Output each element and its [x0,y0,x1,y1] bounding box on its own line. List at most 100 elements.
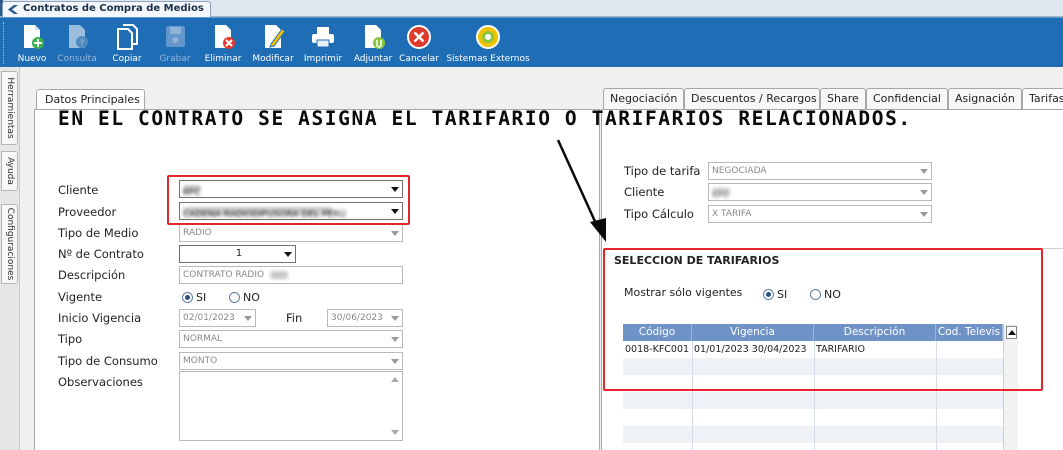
tipo-select[interactable]: NORMAL [179,330,403,348]
svg-text:?: ? [80,39,85,49]
copiar-label: Copiar [112,54,142,64]
eliminar-label: Eliminar [204,54,242,64]
delete-doc-icon [215,25,235,49]
tipo-value: NORMAL [183,334,223,344]
cliente-tarifa-select[interactable]: KFC [708,183,932,201]
radio-unselected-icon [229,292,240,303]
side-tab-herramientas[interactable]: Herramientas [1,71,18,145]
copy-icon [117,24,138,50]
query-doc-icon: ? [69,25,88,49]
vigente-si-radio[interactable]: SI [182,291,206,304]
modificar-label: Modificar [252,54,294,64]
vigente-no-radio[interactable]: NO [229,291,260,304]
tipo-medio-select[interactable]: RADIO [179,224,403,242]
tab-asignacion[interactable]: Asignación [948,88,1022,110]
copiar-button[interactable]: Copiar [104,18,150,68]
cancel-icon [407,25,431,49]
scroll-up-icon[interactable] [391,377,399,382]
cliente-tarifa-label: Cliente [624,185,665,199]
chevron-down-icon [391,231,399,236]
imprimir-label: Imprimir [303,54,343,64]
tipo-calculo-label: Tipo Cálculo [624,207,694,221]
tipo-medio-label: Tipo de Medio [58,226,139,240]
fin-date[interactable]: 30/06/2023 [327,309,403,327]
descripcion-label: Descripción [58,268,126,282]
num-contrato-value: 1 [235,248,243,259]
eliminar-button[interactable]: Eliminar [200,18,246,68]
tab-tarifas[interactable]: Tarifas [1022,88,1063,110]
tipo-tarifa-select[interactable]: NEGOCIADA [708,162,932,180]
imprimir-button[interactable]: Imprimir [300,18,346,68]
tipo-calculo-value: X TARIFA [712,209,752,219]
side-tab-strip: Herramientas Ayuda Configuraciones [0,67,20,450]
tipo-tarifa-value: NEGOCIADA [712,166,767,176]
adjuntar-label: Adjuntar [353,54,393,64]
descripcion-redacted [269,271,288,279]
fin-value: 30/06/2023 [331,313,383,323]
document-tab[interactable]: Contratos de Compra de Medios [2,1,211,17]
adjuntar-button[interactable]: Adjuntar [350,18,396,68]
edit-doc-icon [265,25,286,48]
table-row[interactable] [623,409,1003,426]
grabar-button[interactable]: Grabar [154,18,196,68]
cancelar-label: Cancelar [399,54,439,64]
tipo-calculo-select[interactable]: X TARIFA [708,205,932,223]
side-tab-herramientas-label: Herramientas [4,77,15,139]
inicio-vigencia-value: 02/01/2023 [183,313,235,323]
toolbar-grip[interactable] [3,22,6,64]
num-contrato-select[interactable]: 1 [179,245,296,263]
side-tab-ayuda[interactable]: Ayuda [1,151,18,191]
side-tab-configuraciones[interactable]: Configuraciones [1,204,18,284]
tipo-consumo-label: Tipo de Consumo [58,354,158,368]
sistemas-externos-button[interactable]: Sistemas Externos [445,18,531,68]
highlight-seleccion-tarifarios [603,248,1043,391]
chevron-down-icon [920,169,928,174]
fin-label: Fin [286,311,303,325]
sistemas-externos-label: Sistemas Externos [446,54,530,64]
consulta-button[interactable]: ? Consulta [54,18,100,68]
cancelar-button[interactable]: Cancelar [398,18,440,68]
chevron-down-icon [391,359,399,364]
side-tab-ayuda-label: Ayuda [4,157,15,185]
descripcion-input[interactable]: CONTRATO RADIO [179,266,403,284]
nuevo-label: Nuevo [17,54,47,64]
scroll-down-icon[interactable] [391,430,399,435]
proveedor-label: Proveedor [58,205,117,219]
annotation-arrow-icon [556,139,606,242]
chevron-down-icon [920,212,928,217]
highlight-cliente-proveedor [167,175,410,225]
tipo-consumo-select[interactable]: MONTO [179,352,403,370]
document-tab-title: Contratos de Compra de Medios [23,3,204,14]
grabar-label: Grabar [159,54,191,64]
tipo-consumo-value: MONTO [183,356,218,366]
contract-tab-icon [8,5,18,14]
descripcion-value: CONTRATO RADIO [183,270,265,280]
document-tab-strip: Contratos de Compra de Medios [0,0,1063,17]
radio-selected-icon [182,292,193,303]
side-tab-configuraciones-label: Configuraciones [4,207,15,281]
save-disk-icon [166,26,185,47]
chevron-down-icon [244,316,252,321]
tipo-tarifa-label: Tipo de tarifa [624,164,701,178]
annotation-caption: EN EL CONTRATO SE ASIGNA EL TARIFARIO O … [58,107,912,130]
num-contrato-label: Nº de Contrato [58,247,144,261]
inicio-vigencia-label: Inicio Vigencia [58,311,142,325]
vigente-no-label: NO [243,291,260,304]
observaciones-textarea[interactable] [179,371,403,441]
chevron-down-icon [284,252,292,257]
printer-icon [312,27,334,48]
tipo-label: Tipo [58,332,83,346]
main-toolbar: Nuevo ? Consulta Copiar Grabar Eliminar [0,17,1063,67]
new-doc-icon [24,25,44,49]
tipo-medio-value: RADIO [183,228,212,238]
nuevo-button[interactable]: Nuevo [12,18,52,68]
table-row[interactable] [623,392,1003,409]
consulta-label: Consulta [57,54,97,64]
chevron-down-icon [391,316,399,321]
external-systems-icon [476,25,500,49]
modificar-button[interactable]: Modificar [250,18,296,68]
inicio-vigencia-date[interactable]: 02/01/2023 [179,309,256,327]
table-row[interactable] [623,426,1003,443]
cliente-tarifa-value: KFC [712,188,730,200]
vigente-label: Vigente [58,290,103,304]
